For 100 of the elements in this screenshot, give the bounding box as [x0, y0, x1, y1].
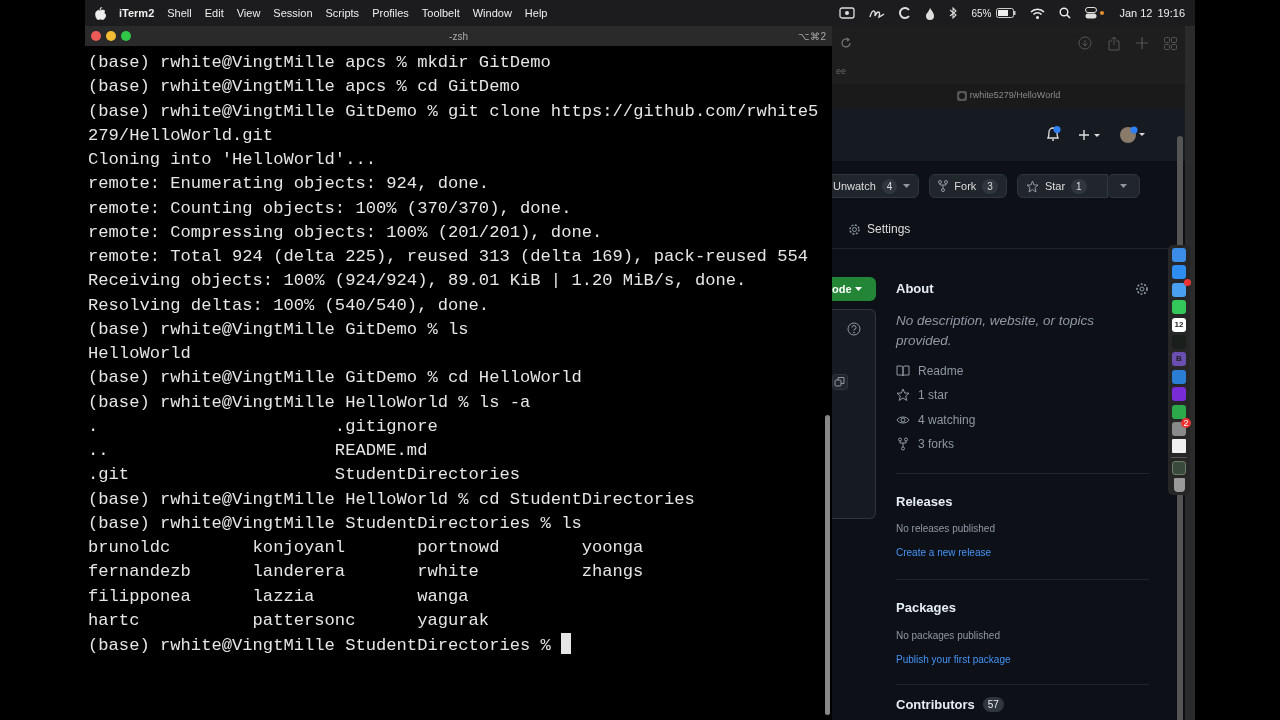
- file-name: brunoldc: [88, 538, 171, 557]
- count-badge: 1: [1071, 178, 1087, 194]
- app-icon[interactable]: 12: [1172, 317, 1186, 332]
- book-icon: [896, 363, 910, 378]
- bluetooth-icon[interactable]: [949, 7, 958, 19]
- control-center-icon[interactable]: [1085, 7, 1106, 19]
- notification-badge: 2: [1181, 417, 1191, 428]
- section-heading: About: [896, 280, 934, 298]
- apple-icon[interactable]: [95, 6, 106, 20]
- close-button[interactable]: [91, 31, 101, 41]
- text-cursor: [560, 633, 571, 654]
- settings-icon[interactable]: [1135, 281, 1149, 296]
- link[interactable]: Publish your first package: [896, 653, 1011, 665]
- menu-item[interactable]: Scripts: [325, 4, 360, 22]
- plus-icon[interactable]: [1079, 128, 1101, 141]
- terminal-line: remote: Total 924 (delta 225), reused 313 (delta 169), pack-reused 554: [88, 247, 809, 266]
- file-name: portnowd: [417, 538, 500, 557]
- terminal-line: (base) rwhite@VingtMille apcs % mkdir GitDemo: [88, 53, 551, 72]
- trash-icon[interactable]: [1173, 478, 1185, 493]
- search-icon[interactable]: [1059, 7, 1072, 19]
- terminal-line: (base) rwhite@VingtMille StudentDirectories %: [88, 636, 551, 655]
- bell-icon[interactable]: [1045, 126, 1061, 143]
- c-shape-icon[interactable]: [899, 7, 912, 19]
- menu-item[interactable]: View: [236, 4, 261, 22]
- terminal-line: Resolving deltas: 100% (540/540), done.: [88, 295, 490, 315]
- terminal-line: 279/HelloWorld.git: [88, 125, 274, 145]
- section-heading: Contributors: [896, 695, 975, 714]
- menu-item[interactable]: Edit: [204, 4, 224, 22]
- copy-icon[interactable]: [832, 374, 848, 390]
- file-name: .: [88, 416, 99, 436]
- menu-item[interactable]: Profiles: [372, 4, 409, 22]
- zoom-button[interactable]: [121, 31, 131, 41]
- file-name: README.md: [334, 441, 428, 460]
- battery-icon[interactable]: [996, 8, 1017, 18]
- wifi-icon[interactable]: [1030, 7, 1046, 19]
- file-name: .git: [88, 465, 130, 485]
- file-name: ..: [88, 441, 109, 460]
- file-name: yagurak: [417, 610, 490, 630]
- file-name: yoonga: [581, 538, 644, 557]
- stat-link[interactable]: 4 watching: [918, 410, 976, 429]
- tab-title[interactable]: rwhite5279/HelloWorld: [969, 89, 1061, 103]
- section-heading: Packages: [896, 599, 957, 617]
- stat-link[interactable]: Readme: [918, 361, 964, 380]
- stat-link[interactable]: 3 forks: [918, 435, 954, 454]
- empty-note: No packages published: [896, 628, 1001, 643]
- app-icon[interactable]: [1172, 300, 1186, 315]
- file-name: fernandezb: [88, 562, 191, 582]
- signature-icon[interactable]: [869, 7, 886, 19]
- unwatch-button[interactable]: Unwatch 4: [832, 174, 920, 198]
- star-icon: [1025, 179, 1039, 193]
- app-menu[interactable]: iTerm2: [119, 4, 155, 22]
- menu-item[interactable]: Help: [524, 4, 548, 22]
- shortcut-label: ⌥⌘2: [798, 29, 826, 44]
- minimize-button[interactable]: [106, 31, 116, 41]
- help-icon[interactable]: [847, 322, 861, 336]
- terminal-line: (base) rwhite@VingtMille apcs % cd GitDemo: [88, 77, 520, 97]
- menu-item[interactable]: Window: [472, 4, 512, 22]
- file-name: filipponea: [88, 586, 191, 606]
- settings-tab[interactable]: Settings: [848, 220, 1185, 238]
- app-icon[interactable]: [1172, 404, 1186, 419]
- link[interactable]: Create a new release: [896, 547, 992, 558]
- window-title: -zsh: [449, 30, 468, 42]
- file-name: StudentDirectories: [334, 465, 520, 485]
- window-thumbnail-icon[interactable]: [1172, 461, 1186, 476]
- stat-link[interactable]: 1 star: [918, 386, 948, 405]
- battery-percentage: 65%: [971, 6, 992, 21]
- app-icon[interactable]: [1172, 421, 1186, 436]
- menu-item[interactable]: Shell: [167, 4, 192, 22]
- file-name: hartc: [88, 610, 140, 630]
- file-name: konjoyanl: [252, 538, 346, 557]
- count-badge: 57: [982, 696, 1004, 712]
- star-icon: [896, 388, 910, 403]
- menu-bar-date[interactable]: Jan 12: [1119, 4, 1153, 22]
- reload-icon[interactable]: [840, 37, 852, 49]
- app-icon[interactable]: [1172, 265, 1186, 280]
- terminal-line: remote: Enumerating objects: 924, done.: [88, 174, 490, 194]
- menu-item[interactable]: Toolbelt: [421, 4, 460, 22]
- caret-icon: [903, 184, 911, 188]
- settings-icon: [848, 222, 861, 236]
- count-badge: 4: [881, 178, 898, 194]
- empty-note: No releases published: [896, 522, 996, 536]
- fork-button[interactable]: Fork 3: [929, 174, 1007, 198]
- caret-icon: [854, 287, 862, 291]
- terminal-line: HelloWorld: [88, 344, 191, 363]
- menu-bar-clock[interactable]: 19:16: [1157, 4, 1185, 22]
- terminal-line: Receiving objects: 100% (924/924), 89.01 KiB | 1.20 MiB/s, done.: [88, 271, 747, 291]
- app-icon[interactable]: [1172, 282, 1186, 297]
- document-icon[interactable]: [1172, 439, 1186, 454]
- terminal-line: (base) rwhite@VingtMille GitDemo % cd HelloWorld: [88, 368, 582, 388]
- terminal-line: remote: Counting objects: 100% (370/370), done.: [88, 198, 572, 218]
- star-button[interactable]: Star 1: [1016, 174, 1108, 198]
- camera-icon[interactable]: [839, 7, 856, 19]
- avatar-icon[interactable]: [1119, 125, 1145, 144]
- code-button[interactable]: ode: [832, 277, 876, 301]
- scrollbar-thumb[interactable]: [825, 415, 830, 715]
- terminal-line: remote: Compressing objects: 100% (201/201), done.: [88, 222, 603, 242]
- menu-item[interactable]: Session: [273, 4, 313, 22]
- file-name: .gitignore: [334, 416, 438, 436]
- terminal-line: (base) rwhite@VingtMille GitDemo % ls: [88, 319, 469, 339]
- app-icon[interactable]: [1172, 369, 1186, 384]
